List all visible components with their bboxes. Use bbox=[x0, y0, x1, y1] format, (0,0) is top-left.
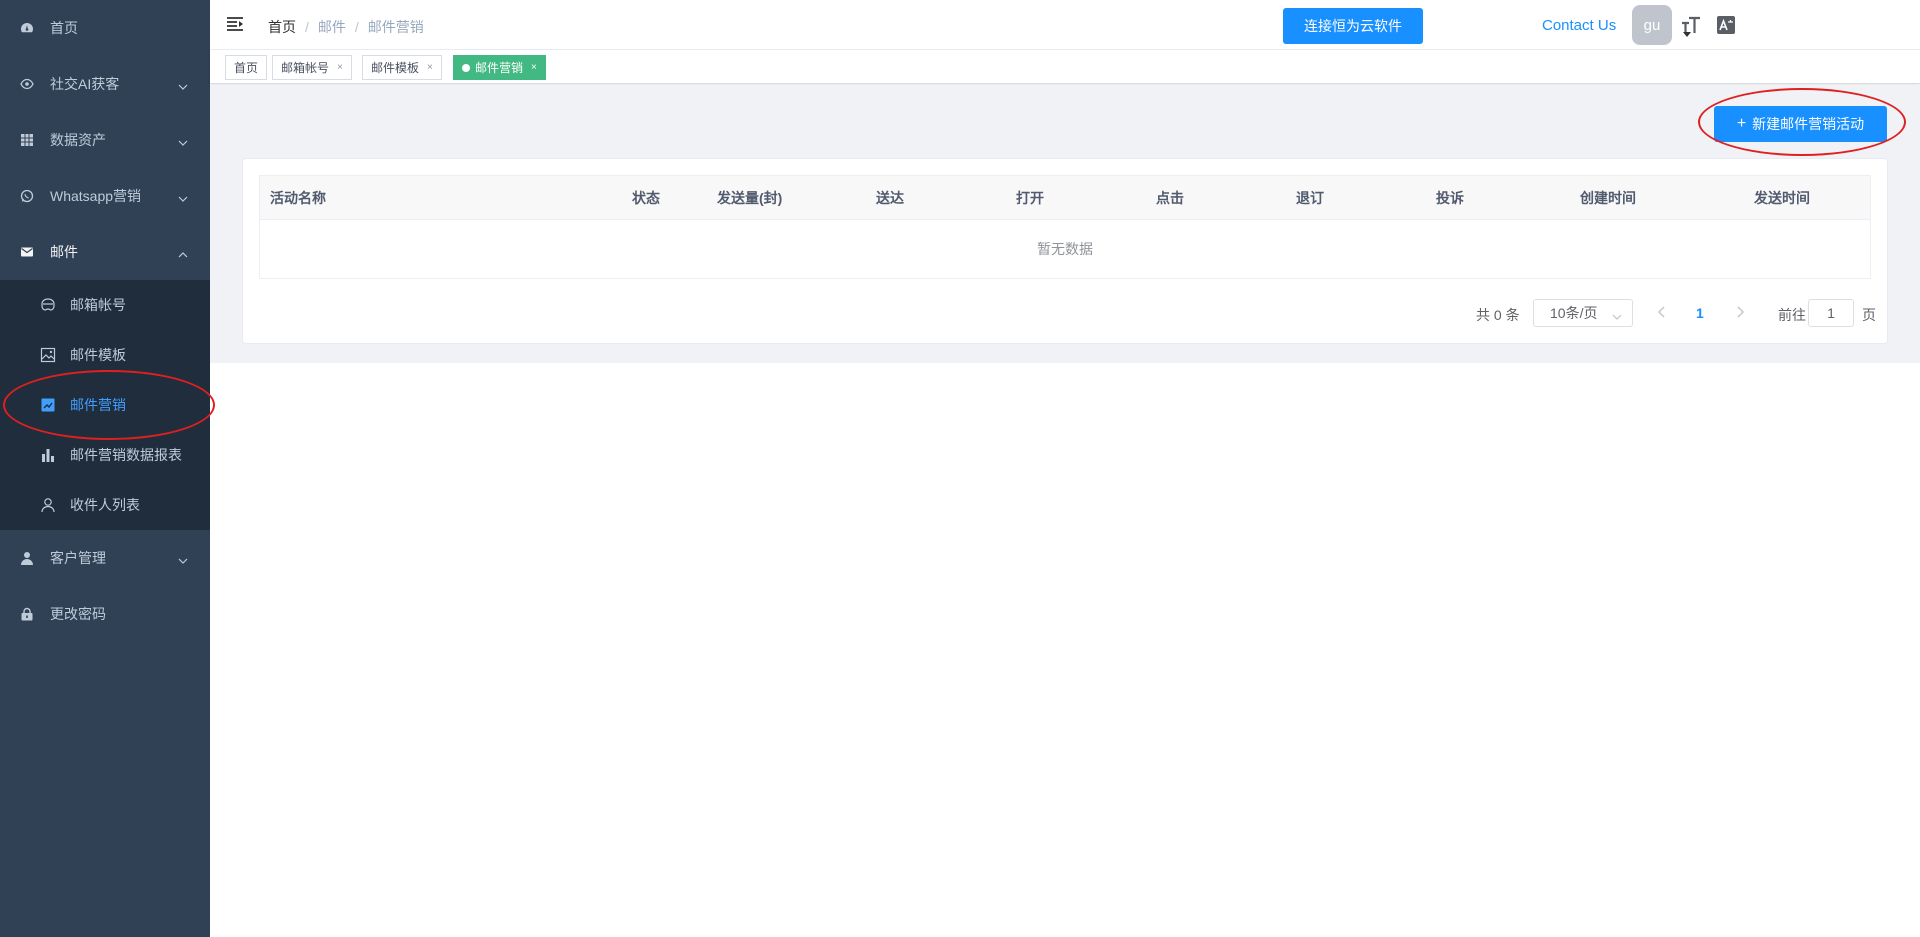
avatar[interactable]: gu bbox=[1632, 5, 1672, 45]
new-mail-campaign-label: 新建邮件营销活动 bbox=[1752, 116, 1865, 132]
sidebar-item-label: 更改密码 bbox=[50, 606, 106, 622]
tag-label: 邮箱帐号 bbox=[281, 61, 330, 75]
close-icon[interactable]: × bbox=[427, 62, 433, 73]
pagination: 共 0 条 10条/页 1 前往 页 bbox=[243, 299, 1887, 327]
translate-icon[interactable] bbox=[1716, 15, 1736, 35]
user-icon bbox=[20, 551, 34, 565]
sidebar-item-mail-report[interactable]: 邮件营销数据报表 bbox=[0, 430, 210, 480]
tag-mail-marketing[interactable]: 邮件营销 × bbox=[453, 55, 546, 80]
contact-us-link[interactable]: Contact Us bbox=[1542, 17, 1616, 34]
dashboard-icon bbox=[20, 21, 34, 35]
column-header: 状态 bbox=[632, 190, 660, 206]
column-header: 发送量(封) bbox=[717, 190, 783, 206]
sidebar-item-recipient-list[interactable]: 收件人列表 bbox=[0, 480, 210, 530]
mask-icon bbox=[40, 297, 56, 313]
connect-software-button[interactable]: 连接恒为云软件 bbox=[1283, 8, 1423, 44]
empty-text: 暂无数据 bbox=[1037, 241, 1093, 257]
table-icon bbox=[20, 133, 34, 147]
caret-down-icon[interactable] bbox=[1683, 32, 1691, 37]
page-number[interactable]: 1 bbox=[1696, 305, 1704, 321]
chevron-down-icon bbox=[178, 553, 188, 569]
column-header: 打开 bbox=[1016, 190, 1044, 206]
sidebar-item-whatsapp[interactable]: Whatsapp营销 bbox=[0, 168, 210, 224]
table-body: 暂无数据 bbox=[260, 220, 1870, 278]
hamburger-icon[interactable] bbox=[226, 16, 244, 32]
page-size-value: 10条/页 bbox=[1550, 305, 1598, 321]
table-header: 活动名称 状态 发送量(封) 送达 打开 点击 退订 投诉 创建时间 发送时间 bbox=[260, 176, 1870, 220]
sidebar-item-label: 客户管理 bbox=[50, 550, 106, 566]
bar-chart-icon bbox=[40, 447, 56, 463]
sidebar-subitem-label: 邮件营销数据报表 bbox=[70, 447, 182, 463]
breadcrumb: 首页 / 邮件 / 邮件营销 bbox=[268, 17, 424, 37]
sidebar-subitem-label: 收件人列表 bbox=[70, 497, 140, 513]
next-page-icon[interactable] bbox=[1735, 305, 1745, 322]
pagination-total: 共 0 条 bbox=[1476, 307, 1520, 323]
tags-view: 首页 邮箱帐号 × 邮件模板 × 邮件营销 × bbox=[210, 50, 1920, 84]
tag-home[interactable]: 首页 bbox=[225, 55, 268, 80]
sidebar: 首页 社交AI获客 数据资产 Whatsapp营销 邮件 邮箱帐号 邮件模板 邮… bbox=[0, 0, 210, 937]
whatsapp-icon bbox=[20, 189, 34, 203]
eye-icon bbox=[20, 77, 34, 91]
chart-icon bbox=[40, 397, 56, 413]
tag-mail-template[interactable]: 邮件模板 × bbox=[362, 55, 442, 80]
chevron-down-icon bbox=[178, 135, 188, 151]
sidebar-item-mailbox-account[interactable]: 邮箱帐号 bbox=[0, 280, 210, 330]
active-dot-icon bbox=[462, 63, 470, 72]
column-header: 送达 bbox=[876, 190, 904, 206]
breadcrumb-mail[interactable]: 邮件 bbox=[318, 19, 346, 35]
goto-page-input[interactable] bbox=[1808, 299, 1854, 327]
sidebar-subitem-label: 邮件模板 bbox=[70, 347, 126, 363]
campaign-table: 活动名称 状态 发送量(封) 送达 打开 点击 退订 投诉 创建时间 发送时间 … bbox=[259, 175, 1871, 279]
column-header: 退订 bbox=[1296, 190, 1324, 206]
chevron-down-icon bbox=[1612, 309, 1622, 325]
page-suffix: 页 bbox=[1862, 307, 1876, 323]
page-size-select[interactable]: 10条/页 bbox=[1533, 299, 1633, 327]
image-icon bbox=[40, 347, 56, 363]
sidebar-subitem-label: 邮件营销 bbox=[70, 397, 126, 413]
sidebar-item-label: 邮件 bbox=[50, 244, 78, 260]
close-icon[interactable]: × bbox=[337, 62, 343, 73]
column-header: 点击 bbox=[1156, 190, 1184, 206]
breadcrumb-separator: / bbox=[305, 19, 309, 35]
column-header: 活动名称 bbox=[270, 190, 326, 206]
chevron-down-icon bbox=[178, 191, 188, 207]
column-header: 创建时间 bbox=[1580, 190, 1636, 206]
person-icon bbox=[40, 497, 56, 513]
close-icon[interactable]: × bbox=[531, 62, 537, 73]
sidebar-item-mail[interactable]: 邮件 bbox=[0, 224, 210, 280]
sidebar-item-label: Whatsapp营销 bbox=[50, 188, 142, 204]
sidebar-item-customers[interactable]: 客户管理 bbox=[0, 530, 210, 586]
column-header: 发送时间 bbox=[1754, 190, 1810, 206]
mail-icon bbox=[20, 245, 34, 259]
sidebar-item-label: 数据资产 bbox=[50, 132, 106, 148]
goto-label: 前往 bbox=[1778, 307, 1806, 323]
sidebar-item-data-assets[interactable]: 数据资产 bbox=[0, 112, 210, 168]
plus-icon: + bbox=[1736, 115, 1747, 132]
column-header: 投诉 bbox=[1436, 190, 1464, 206]
chevron-down-icon bbox=[178, 79, 188, 95]
sidebar-item-label: 社交AI获客 bbox=[50, 76, 120, 92]
sidebar-item-mail-template[interactable]: 邮件模板 bbox=[0, 330, 210, 380]
sidebar-item-label: 首页 bbox=[50, 20, 78, 36]
sidebar-item-mail-marketing[interactable]: 邮件营销 bbox=[0, 380, 210, 430]
sidebar-item-home[interactable]: 首页 bbox=[0, 0, 210, 56]
prev-page-icon[interactable] bbox=[1657, 305, 1667, 322]
tag-label: 邮件模板 bbox=[371, 61, 420, 75]
sidebar-subitem-label: 邮箱帐号 bbox=[70, 297, 126, 313]
lock-icon bbox=[20, 607, 34, 621]
tag-mailbox-account[interactable]: 邮箱帐号 × bbox=[272, 55, 352, 80]
tag-label: 首页 bbox=[234, 61, 259, 75]
sidebar-item-change-password[interactable]: 更改密码 bbox=[0, 586, 210, 642]
breadcrumb-home[interactable]: 首页 bbox=[268, 19, 296, 35]
tag-label: 邮件营销 bbox=[475, 61, 524, 75]
breadcrumb-separator: / bbox=[354, 19, 359, 35]
mail-submenu: 邮箱帐号 邮件模板 邮件营销 邮件营销数据报表 收件人列表 bbox=[0, 280, 210, 530]
breadcrumb-current: 邮件营销 bbox=[367, 19, 424, 35]
campaign-card: 活动名称 状态 发送量(封) 送达 打开 点击 退订 投诉 创建时间 发送时间 … bbox=[242, 158, 1888, 344]
new-mail-campaign-button[interactable]: + 新建邮件营销活动 bbox=[1714, 106, 1887, 142]
sidebar-item-social-ai[interactable]: 社交AI获客 bbox=[0, 56, 210, 112]
chevron-up-icon bbox=[178, 247, 188, 263]
